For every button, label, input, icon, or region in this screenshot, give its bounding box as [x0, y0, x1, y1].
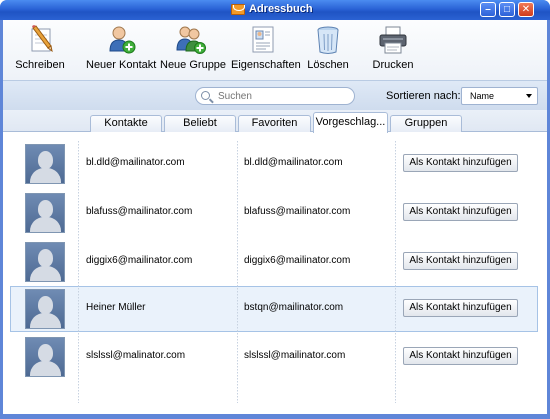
add-contact-button[interactable]: Als Kontakt hinzufügen: [403, 154, 518, 172]
contact-email: slslssl@mailinator.com: [244, 350, 346, 361]
search-input[interactable]: [218, 89, 348, 103]
add-contact-button[interactable]: Als Kontakt hinzufügen: [403, 347, 518, 365]
contact-name: blafuss@mailinator.com: [86, 206, 193, 217]
write-button[interactable]: Schreiben: [15, 24, 65, 76]
contact-name: slslssl@malinator.com: [86, 350, 186, 361]
list-item[interactable]: bl.dld@mailinator.com bl.dld@mailinator.…: [10, 141, 538, 187]
properties-label: Eigenschaften: [231, 59, 301, 71]
chevron-down-icon: [526, 94, 532, 98]
tab-contacts[interactable]: Kontakte: [90, 115, 162, 132]
list-item[interactable]: blafuss@mailinator.com blafuss@mailinato…: [10, 190, 538, 236]
tab-groups[interactable]: Gruppen: [390, 115, 462, 132]
contact-card-icon: [247, 24, 281, 56]
contact-email: blafuss@mailinator.com: [244, 206, 351, 217]
add-contact-button[interactable]: Als Kontakt hinzufügen: [403, 299, 518, 317]
toolbar: Schreiben Neuer Kontakt Neue Gruppe Eige…: [3, 20, 547, 80]
column-divider: [395, 141, 396, 403]
add-contact-icon: [104, 24, 138, 56]
contact-email: bstqn@mailinator.com: [244, 302, 344, 313]
delete-label: Löschen: [307, 59, 349, 71]
print-label: Drucken: [372, 59, 414, 71]
new-group-button[interactable]: Neue Gruppe: [160, 24, 227, 76]
avatar: [25, 144, 65, 184]
column-divider: [78, 141, 79, 403]
list-item[interactable]: slslssl@malinator.com slslssl@mailinator…: [10, 334, 538, 380]
properties-button[interactable]: Eigenschaften: [231, 24, 301, 76]
title-bar[interactable]: Adressbuch – □ ✕: [0, 0, 550, 20]
minimize-button[interactable]: –: [480, 2, 496, 17]
close-button[interactable]: ✕: [518, 2, 534, 17]
add-group-icon: [174, 24, 208, 56]
avatar: [25, 193, 65, 233]
contact-name: diggix6@mailinator.com: [86, 255, 193, 266]
tab-favorites[interactable]: Favoriten: [238, 115, 311, 132]
contact-name: bl.dld@mailinator.com: [86, 157, 185, 168]
address-book-window: Adressbuch – □ ✕ Schreiben Neuer Kontakt…: [0, 0, 550, 419]
search-icon: [201, 91, 210, 100]
avatar: [25, 242, 65, 282]
add-contact-button[interactable]: Als Kontakt hinzufügen: [403, 252, 518, 270]
new-group-label: Neue Gruppe: [160, 59, 227, 71]
trash-icon: [311, 24, 345, 56]
sort-select[interactable]: Name: [461, 87, 538, 105]
avatar: [25, 289, 65, 329]
pencil-paper-icon: [23, 24, 57, 56]
new-contact-button[interactable]: Neuer Kontakt: [86, 24, 156, 76]
list-item-selected[interactable]: Heiner Müller bstqn@mailinator.com Als K…: [10, 286, 538, 332]
print-button[interactable]: Drucken: [371, 24, 415, 76]
client-area: Schreiben Neuer Kontakt Neue Gruppe Eige…: [3, 20, 547, 416]
window-bottom-border: [3, 414, 547, 419]
new-contact-label: Neuer Kontakt: [86, 59, 157, 71]
sort-value: Name: [470, 91, 495, 101]
contact-email: bl.dld@mailinator.com: [244, 157, 343, 168]
envelope-icon: [231, 4, 245, 15]
avatar: [25, 337, 65, 377]
maximize-button[interactable]: □: [499, 2, 515, 17]
window-title: Adressbuch: [249, 3, 313, 15]
add-contact-button[interactable]: Als Kontakt hinzufügen: [403, 203, 518, 221]
column-divider: [237, 141, 238, 403]
contact-name: Heiner Müller: [86, 302, 146, 313]
printer-icon: [376, 24, 410, 56]
contact-email: diggix6@mailinator.com: [244, 255, 351, 266]
sort-label: Sortieren nach:: [386, 90, 461, 102]
delete-button[interactable]: Löschen: [305, 24, 351, 76]
list-item[interactable]: diggix6@mailinator.com diggix6@mailinato…: [10, 239, 538, 285]
tab-popular[interactable]: Beliebt: [164, 115, 236, 132]
tab-suggested[interactable]: Vorgeschlag...: [313, 112, 388, 133]
suggested-contacts-list: bl.dld@mailinator.com bl.dld@mailinator.…: [3, 133, 547, 413]
search-box[interactable]: [195, 87, 355, 105]
write-label: Schreiben: [15, 59, 65, 71]
